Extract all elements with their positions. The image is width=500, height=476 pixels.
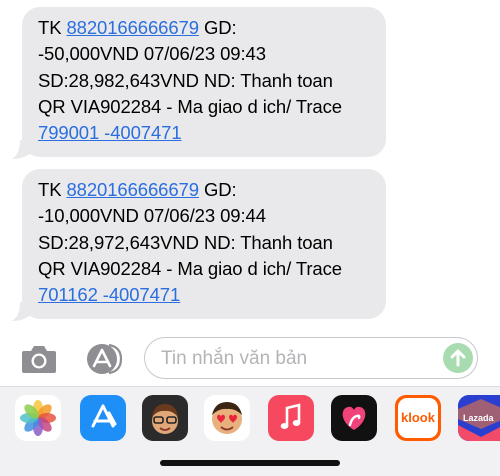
apps-button[interactable] — [82, 342, 124, 376]
memoji-icon — [152, 404, 178, 434]
digital-touch-icon — [342, 406, 366, 430]
memoji-app[interactable] — [142, 395, 188, 441]
transaction-amount-line: -50,000VND 07/06/23 09:43 — [38, 43, 266, 65]
message-line: TK 8820166666679 GD: — [38, 17, 237, 38]
klook-app[interactable]: klook — [395, 395, 441, 441]
trace-number-link[interactable]: 701162 -4007471 — [38, 284, 180, 305]
account-number-link[interactable]: 8820166666679 — [66, 17, 199, 38]
send-button[interactable] — [443, 343, 473, 373]
send-arrow-icon — [450, 349, 466, 367]
trace-number-link[interactable]: 799001 -4007471 — [38, 122, 182, 143]
klook-label: klook — [401, 410, 435, 425]
reference-line: QR VIA902284 - Ma giao d ich/ Trace — [38, 257, 342, 279]
message-bubble[interactable]: TK 8820166666679 GD: -10,000VND 07/06/23… — [22, 169, 386, 319]
account-number-link[interactable]: 8820166666679 — [66, 179, 199, 200]
reference-line: QR VIA902284 - Ma giao d ich/ Trace — [38, 95, 342, 117]
camera-icon — [22, 346, 56, 373]
lazada-icon: Lazada — [458, 395, 500, 441]
app-store-icon — [91, 404, 117, 428]
lazada-app[interactable]: Lazada — [458, 395, 500, 441]
balance-line: SD:28,972,643VND ND: Thanh toan — [38, 231, 333, 253]
message-bubble[interactable]: TK 8820166666679 GD: -50,000VND 07/06/23… — [22, 7, 386, 157]
memoji-stickers-app[interactable] — [204, 395, 250, 441]
message-input[interactable]: Tin nhắn văn bản — [144, 337, 478, 379]
balance-line: SD:28,982,643VND ND: Thanh toan — [38, 69, 333, 91]
music-app[interactable] — [268, 395, 314, 441]
photos-icon — [20, 400, 56, 436]
bubble-tail — [12, 140, 32, 159]
klook-icon: klook — [398, 398, 438, 438]
message-line: 799001 -4007471 — [38, 120, 372, 146]
message-composer: Tin nhắn văn bản — [0, 330, 500, 386]
music-icon — [280, 403, 301, 429]
app-drawer: klook Lazada — [0, 386, 500, 476]
message-line: 701162 -4007471 — [38, 282, 372, 308]
photos-app[interactable] — [15, 395, 61, 441]
digital-touch-app[interactable] — [331, 395, 377, 441]
bubble-tail — [12, 302, 32, 321]
lazada-label: Lazada — [463, 413, 494, 423]
camera-button[interactable] — [20, 344, 58, 374]
memoji-stickers-icon — [212, 402, 242, 434]
message-line: TK 8820166666679 GD: — [38, 179, 237, 200]
app-store-icon — [87, 343, 123, 375]
transaction-amount-line: -10,000VND 07/06/23 09:44 — [38, 205, 266, 227]
home-indicator[interactable] — [160, 460, 340, 466]
app-store-app[interactable] — [80, 395, 126, 441]
message-input-placeholder: Tin nhắn văn bản — [161, 348, 308, 369]
